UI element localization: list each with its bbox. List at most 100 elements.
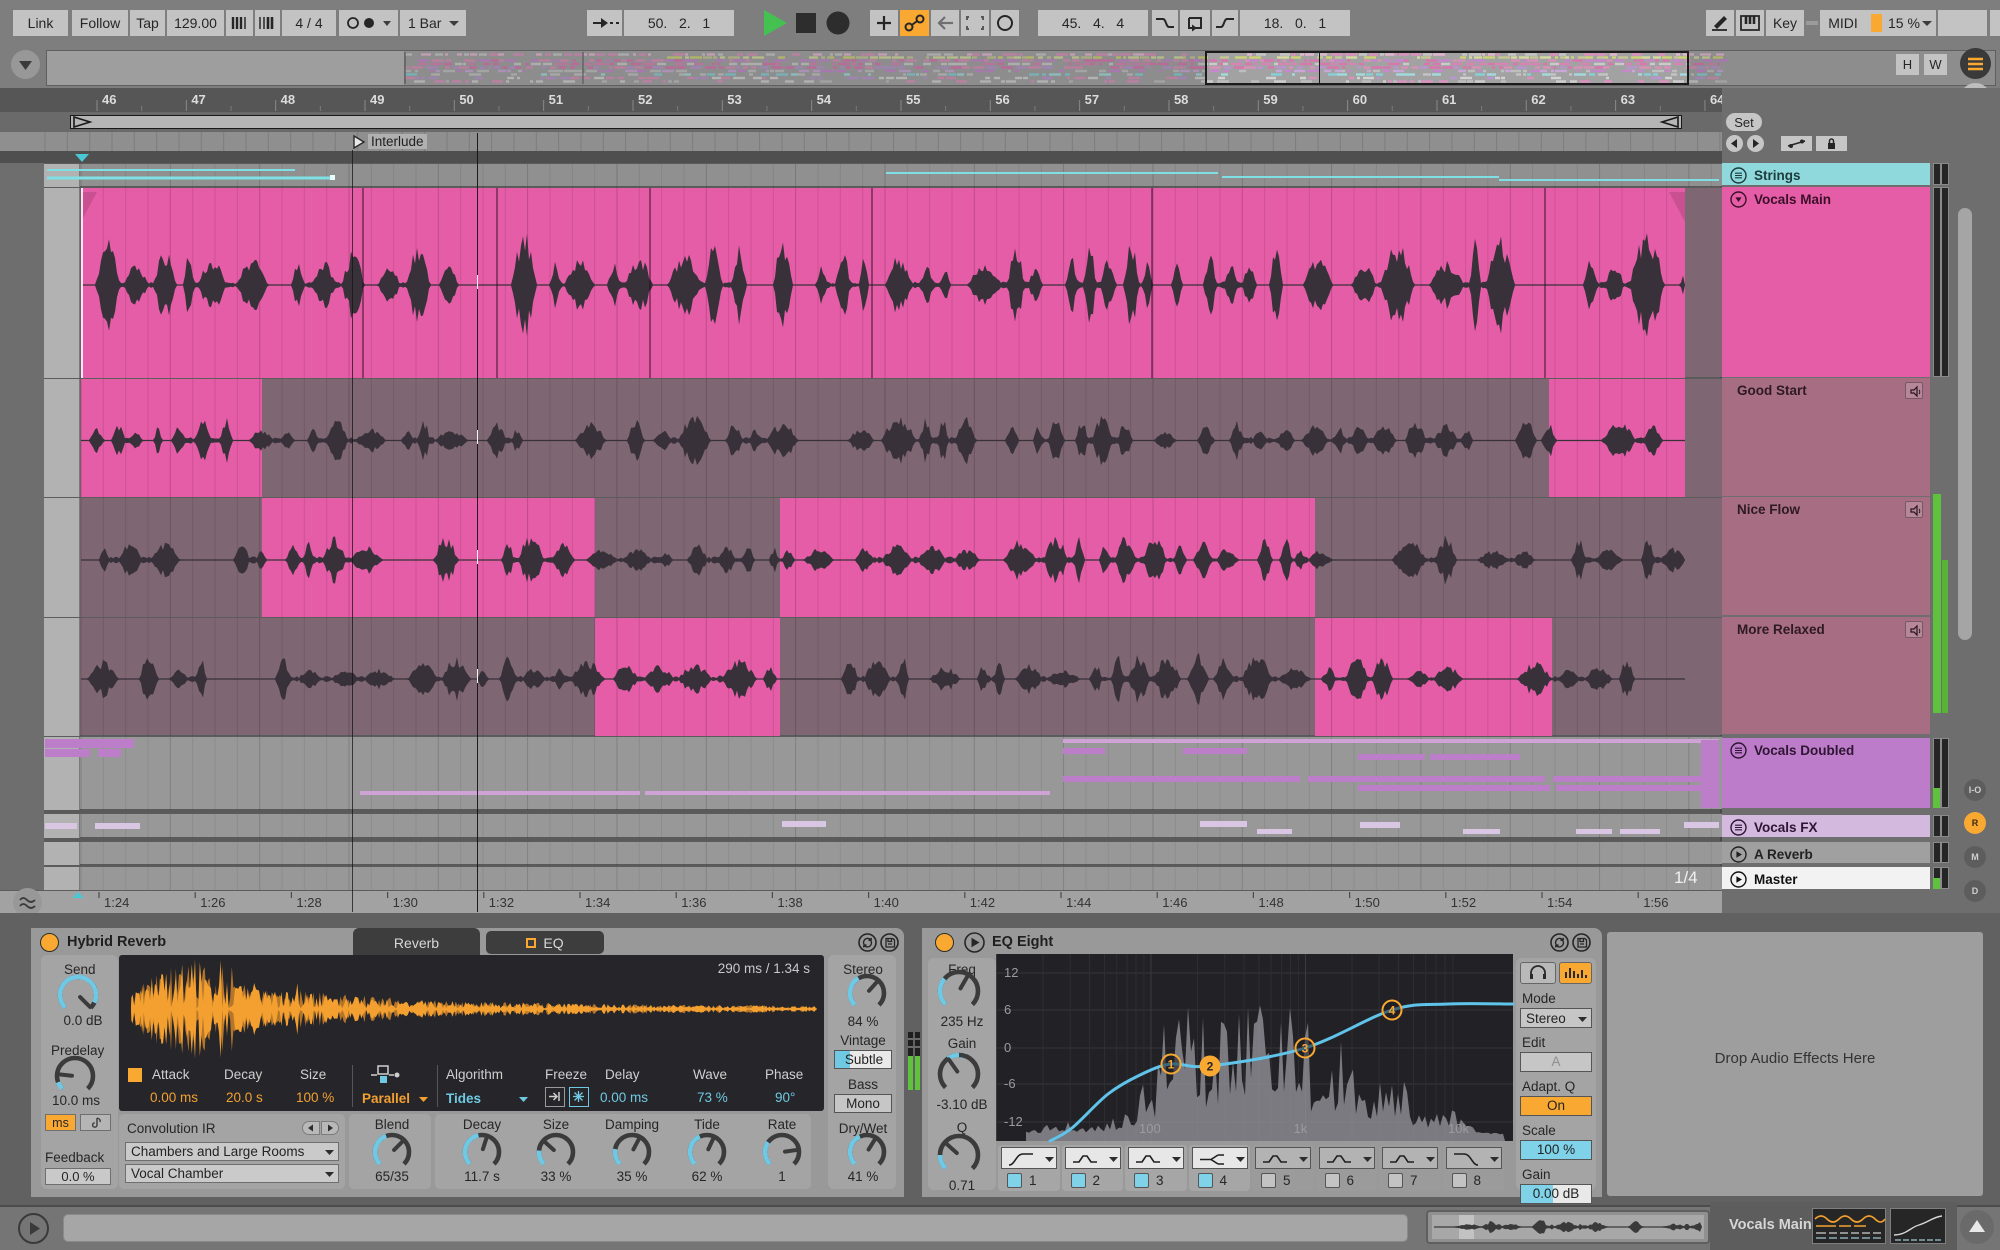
gainout-field[interactable]: 0.00 dB: [1520, 1184, 1592, 1204]
q-value[interactable]: 0.71: [930, 1178, 994, 1193]
key-map-button[interactable]: Key: [1766, 10, 1804, 36]
track-row-vocals-main[interactable]: [44, 187, 1722, 378]
rate-value[interactable]: 1: [742, 1169, 822, 1184]
lock-envelopes-button[interactable]: [1816, 136, 1847, 151]
track-row-a-reverb[interactable]: [44, 841, 1722, 865]
band-enable-checkbox[interactable]: [1197, 1173, 1213, 1188]
tide-value[interactable]: 62 %: [667, 1169, 747, 1184]
beat-time-ruler[interactable]: 46 47 48 49 50 51 52 53 54 55 56 57 58 59 60 61 62 63 64: [0, 88, 1751, 112]
midi-map-button[interactable]: MIDI: [1820, 10, 1866, 36]
capture-midi-button[interactable]: [961, 10, 989, 36]
wave-value[interactable]: 73 %: [697, 1090, 728, 1105]
track-header-lane-nice-flow[interactable]: Nice Flow: [1722, 497, 1930, 615]
eq-node-2[interactable]: 2: [1199, 1055, 1221, 1077]
automation-mode-button[interactable]: [1781, 136, 1812, 151]
attack-value[interactable]: 0.00 ms: [150, 1090, 198, 1105]
tempo-display[interactable]: 129.00: [167, 10, 224, 36]
playhead-line[interactable]: [477, 133, 478, 912]
tap-tempo-button[interactable]: Tap: [130, 10, 165, 36]
band-enable-checkbox[interactable]: [1007, 1173, 1022, 1188]
locator-interlude[interactable]: Interlude: [352, 133, 427, 150]
overview-viewport[interactable]: [1205, 51, 1689, 85]
blend-value[interactable]: 65/35: [352, 1169, 432, 1184]
tab-eq[interactable]: EQ: [486, 931, 604, 954]
track-header-vocals-main[interactable]: Vocals Main: [1722, 187, 1930, 377]
device-thumb-eq[interactable]: [1890, 1208, 1946, 1244]
take-lane-more-relaxed[interactable]: [44, 617, 1722, 736]
session-record-button[interactable]: [991, 10, 1019, 36]
band-enable-checkbox[interactable]: [1324, 1173, 1340, 1188]
send-knob[interactable]: [54, 971, 102, 1019]
stereo-knob[interactable]: [844, 970, 890, 1016]
track-header-lane-good-start[interactable]: Good Start: [1722, 378, 1930, 496]
prev-marker-button[interactable]: [1726, 135, 1743, 152]
band-filter-menu[interactable]: [1382, 1147, 1438, 1169]
audition-take-button[interactable]: [1905, 501, 1923, 518]
device-thumb-hybrid[interactable]: [1812, 1208, 1886, 1244]
band-filter-menu[interactable]: [1001, 1147, 1057, 1169]
audition-take-button[interactable]: [1905, 382, 1923, 399]
band-enable-checkbox[interactable]: [1451, 1173, 1467, 1188]
track-row-vocals-fx[interactable]: [44, 813, 1722, 838]
drop-audio-effects-area[interactable]: Drop Audio Effects Here: [1607, 932, 1983, 1196]
device-title-bar[interactable]: Hybrid Reverb Reverb EQ: [31, 928, 904, 957]
freq-value[interactable]: 235 Hz: [930, 1014, 994, 1029]
track-row-vocals-doubled[interactable]: [44, 736, 1722, 810]
overload-indicator[interactable]: [1938, 10, 1987, 36]
q-knob[interactable]: [934, 1130, 984, 1180]
ir-next-button[interactable]: [321, 1121, 339, 1135]
ir-preset-menu[interactable]: Vocal Chamber: [125, 1164, 339, 1183]
ir-prev-button[interactable]: [302, 1121, 320, 1135]
punch-in-button[interactable]: [1152, 10, 1178, 36]
gain-knob[interactable]: [934, 1049, 984, 1099]
bass-mono-button[interactable]: Mono: [834, 1094, 892, 1113]
band-filter-menu[interactable]: [1128, 1147, 1184, 1169]
freeze-in-button[interactable]: [545, 1087, 565, 1107]
loop-length-display[interactable]: 18. 0. 1: [1240, 10, 1350, 36]
band-filter-menu[interactable]: [1318, 1147, 1375, 1169]
drywet-value[interactable]: 41 %: [837, 1169, 889, 1184]
decay2-value[interactable]: 20.0 s: [226, 1090, 263, 1105]
back-to-arrangement-button[interactable]: [11, 50, 40, 79]
eq-node-1[interactable]: 1: [1160, 1053, 1182, 1075]
adaptq-button[interactable]: On: [1520, 1096, 1592, 1116]
band-enable-checkbox[interactable]: [1134, 1173, 1149, 1188]
vintage-menu[interactable]: Subtle: [834, 1050, 892, 1069]
time-ruler[interactable]: 1:24 1:26 1:28 1:30 1:32 1:34 1:36 1:38 1:40 1:42…: [0, 890, 1722, 913]
parallel-menu[interactable]: Parallel: [362, 1090, 432, 1107]
freeze-button[interactable]: [569, 1087, 589, 1107]
track-header-vocals-doubled[interactable]: Vocals Doubled: [1722, 738, 1930, 808]
automation-arm-button[interactable]: [900, 10, 929, 36]
arrangement-position-display[interactable]: 50. 2. 1: [624, 10, 734, 36]
play-button[interactable]: [760, 8, 790, 38]
mode-menu[interactable]: Stereo: [1520, 1008, 1592, 1028]
size2-value[interactable]: 100 %: [296, 1090, 334, 1105]
time-signature-display[interactable]: 4 / 4: [282, 10, 336, 36]
follow-playback-button[interactable]: [587, 10, 622, 36]
track-header-strings[interactable]: Strings: [1722, 163, 1930, 185]
record-button[interactable]: [824, 10, 852, 36]
arrangement-overview[interactable]: [46, 50, 1996, 86]
eq-node-4[interactable]: 4: [1381, 999, 1403, 1021]
band-filter-menu[interactable]: [1445, 1147, 1502, 1169]
stereo-value[interactable]: 84 %: [837, 1014, 889, 1029]
band-filter-menu[interactable]: [1255, 1147, 1311, 1169]
set-time-w-button[interactable]: W: [1924, 54, 1947, 75]
spectrum-toggle-button[interactable]: [1559, 962, 1592, 984]
set-button[interactable]: Set: [1726, 113, 1762, 131]
preview-play-button[interactable]: [18, 1213, 49, 1244]
metronome-button[interactable]: [339, 10, 398, 36]
eq-graph[interactable]: 12 6 0 -6 -12 100 1k 10k 1 2 3 4: [996, 954, 1515, 1143]
show-hide-detail-button[interactable]: [1960, 1210, 1994, 1244]
punch-out-button[interactable]: [1212, 10, 1238, 36]
track-header-vocals-fx[interactable]: Vocals FX: [1722, 815, 1930, 837]
draw-mode-button[interactable]: [1706, 10, 1734, 36]
loop-brace-row[interactable]: [0, 112, 1722, 132]
ms-toggle-button[interactable]: ms: [45, 1114, 76, 1131]
midi-overdub-button[interactable]: [870, 10, 898, 36]
preview-headphone-button[interactable]: [1520, 962, 1556, 984]
reenable-automation-button[interactable]: [931, 10, 959, 36]
clip-overview-thumbnail[interactable]: [1426, 1210, 1710, 1244]
device-on-button[interactable]: [40, 933, 59, 952]
take-lane-nice-flow[interactable]: [44, 497, 1722, 618]
